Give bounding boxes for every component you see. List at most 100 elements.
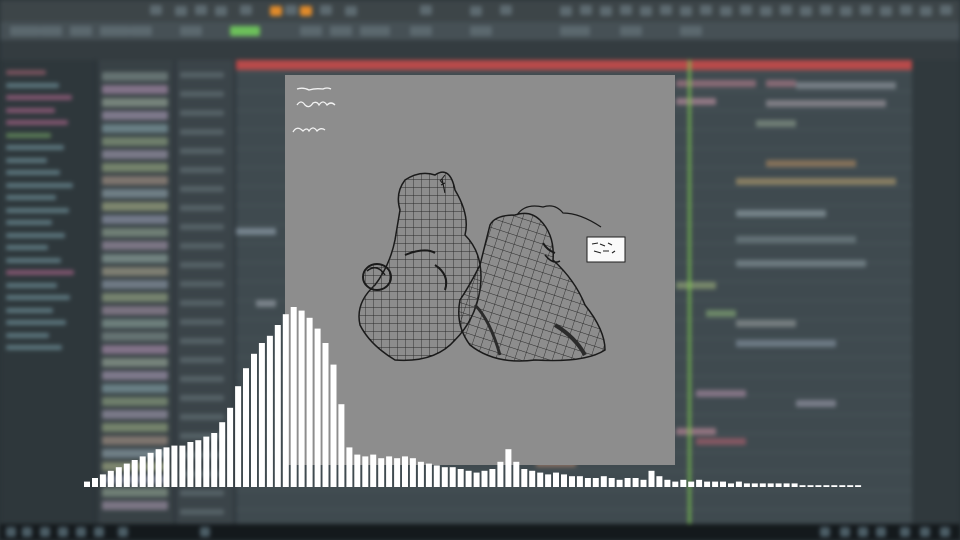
channel-slot (102, 462, 168, 471)
browser-item (6, 120, 68, 125)
toolbar-button (345, 6, 357, 16)
playlist-clip (736, 260, 866, 267)
channel-slot (102, 163, 168, 172)
toolbar-button (10, 26, 40, 36)
taskbar-icon (900, 527, 910, 537)
browser-item (6, 320, 66, 325)
channel-slot (102, 137, 168, 146)
taskbar-icon (820, 527, 830, 537)
os-taskbar (0, 524, 960, 540)
taskbar-icon (94, 527, 104, 537)
channel-slot (102, 215, 168, 224)
browser-item (6, 245, 48, 250)
daw-toolbar (0, 40, 960, 60)
toolbar-button (300, 6, 312, 16)
toolbar-button (760, 6, 772, 16)
toolbar-button (840, 6, 852, 16)
track-header (180, 262, 224, 268)
channel-slot (102, 332, 168, 341)
playlist-clip (676, 98, 716, 105)
channel-slot (102, 501, 168, 510)
browser-item (6, 220, 52, 225)
browser-item (6, 132, 51, 138)
playlist-clip (736, 210, 826, 217)
playlist-clip (736, 236, 856, 243)
toolbar-button (270, 6, 282, 16)
playlist-clip (696, 390, 746, 397)
channel-slot (102, 111, 168, 120)
toolbar-button (940, 5, 952, 15)
toolbar-button (900, 5, 912, 15)
channel-slot (102, 254, 168, 263)
toolbar-button (920, 6, 932, 16)
channel-slot (102, 488, 168, 497)
playlist-row-line (236, 490, 912, 491)
taskbar-icon (40, 527, 50, 537)
playlist-clip (256, 300, 276, 307)
toolbar-button (240, 5, 252, 15)
playlist-clip (736, 320, 796, 327)
toolbar-button (500, 5, 512, 15)
toolbar-button (860, 5, 872, 15)
browser-item (6, 170, 60, 175)
browser-item (6, 107, 55, 113)
toolbar-button (700, 5, 712, 15)
toolbar-button (100, 26, 130, 36)
toolbar-button (330, 26, 352, 36)
channel-slot (102, 384, 168, 393)
toolbar-button (180, 26, 202, 36)
playlist-clip (756, 120, 796, 127)
browser-item (6, 257, 61, 263)
channel-slot (102, 293, 168, 302)
browser-item (6, 95, 72, 100)
toolbar-button (560, 26, 590, 36)
browser-item (6, 70, 46, 75)
channel-slot (102, 306, 168, 315)
channel-slot (102, 124, 168, 133)
playlist-clip (676, 282, 716, 289)
toolbar-button (800, 6, 812, 16)
channel-slot (102, 475, 168, 484)
toolbar-button (420, 5, 432, 15)
toolbar-button (820, 5, 832, 15)
browser-item (6, 182, 73, 188)
track-header (180, 452, 224, 458)
taskbar-icon (876, 527, 886, 537)
browser-item (6, 295, 70, 300)
taskbar-icon (840, 527, 850, 537)
playhead (688, 60, 691, 524)
browser-item (6, 232, 65, 238)
note-card (586, 236, 626, 263)
playlist-clip (736, 340, 836, 347)
toolbar-button (580, 5, 592, 15)
browser-item (6, 145, 64, 150)
toolbar-button (175, 6, 187, 16)
channel-slot (102, 449, 168, 458)
track-header (180, 224, 224, 230)
toolbar-button (880, 6, 892, 16)
channel-slot (102, 228, 168, 237)
channel-slot (102, 85, 168, 94)
taskbar-icon (858, 527, 868, 537)
daw-right-panel (912, 60, 960, 524)
channel-slot (102, 267, 168, 276)
track-header (180, 357, 224, 363)
toolbar-button (680, 26, 702, 36)
playlist-timeline-ruler (236, 60, 912, 70)
toolbar-button (285, 5, 297, 15)
track-header (180, 509, 224, 515)
playlist-clip (736, 178, 896, 185)
toolbar-button (130, 26, 152, 36)
playlist-clip (236, 228, 276, 235)
track-header (180, 167, 224, 173)
channel-slot (102, 176, 168, 185)
toolbar-button (300, 26, 322, 36)
track-header (180, 414, 224, 420)
channel-slot (102, 150, 168, 159)
track-header (180, 205, 224, 211)
toolbar-button (600, 6, 612, 16)
toolbar-button (230, 26, 260, 36)
toolbar-button (470, 26, 492, 36)
playlist-row-line (236, 471, 912, 472)
channel-slot (102, 345, 168, 354)
